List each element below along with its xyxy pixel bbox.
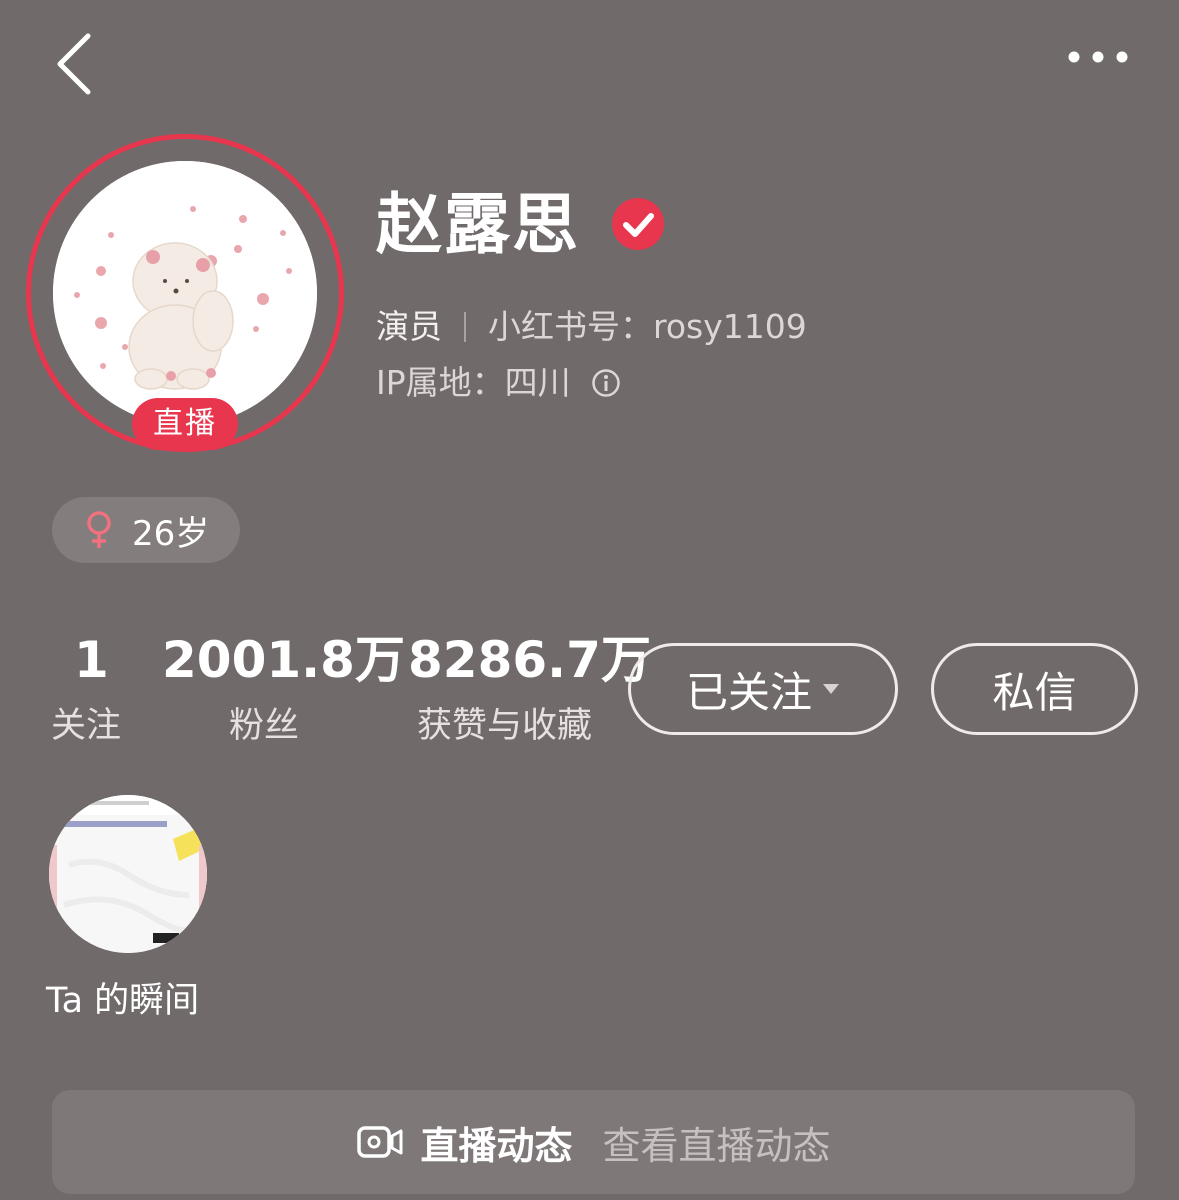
age-tag: 26岁 [52, 497, 240, 563]
stat-likes-count[interactable]: 8286.7万 [408, 630, 651, 690]
female-icon [87, 511, 111, 548]
back-button[interactable] [50, 28, 110, 100]
divider [464, 312, 466, 342]
moment-image [49, 795, 207, 953]
live-badge[interactable]: 直播 [132, 398, 238, 450]
avatar-illustration [53, 161, 317, 425]
profile-id: 小红书号：rosy1109 [488, 307, 807, 346]
avatar[interactable] [53, 161, 317, 425]
chevron-left-icon [57, 33, 91, 95]
stat-likes-label[interactable]: 获赞与收藏 [417, 703, 592, 749]
video-camera-icon [357, 1126, 403, 1158]
message-button[interactable]: 私信 [931, 643, 1138, 735]
live-activity-subtitle: 查看直播动态 [602, 1123, 831, 1168]
moment-thumbnail[interactable] [49, 795, 207, 953]
stat-fans-label[interactable]: 粉丝 [229, 703, 299, 749]
ip-label: IP属地：四川 [376, 363, 571, 402]
caret-down-icon [823, 684, 839, 694]
live-activity-title: 直播动态 [420, 1123, 573, 1168]
stat-following-label[interactable]: 关注 [51, 703, 121, 749]
stat-fans-count[interactable]: 2001.8万 [162, 630, 405, 690]
more-button[interactable] [1060, 40, 1140, 74]
follow-label: 已关注 [685, 667, 812, 717]
more-dots-icon [1068, 51, 1128, 63]
live-activity-bar[interactable]: 直播动态 查看直播动态 [52, 1090, 1135, 1194]
follow-button[interactable]: 已关注 [628, 643, 898, 735]
age-text: 26岁 [132, 513, 210, 554]
moments-label: Ta 的瞬间 [46, 981, 200, 1021]
profile-name: 赵露思 [376, 186, 580, 263]
message-label: 私信 [992, 667, 1077, 717]
profile-role: 演员 [376, 307, 442, 346]
profile-meta: 演员 小红书号：rosy1109 [376, 304, 807, 350]
stat-following-count[interactable]: 1 [74, 630, 109, 690]
verified-check-icon [610, 196, 666, 252]
ip-location: IP属地：四川 [376, 360, 621, 406]
info-icon[interactable] [591, 368, 621, 398]
